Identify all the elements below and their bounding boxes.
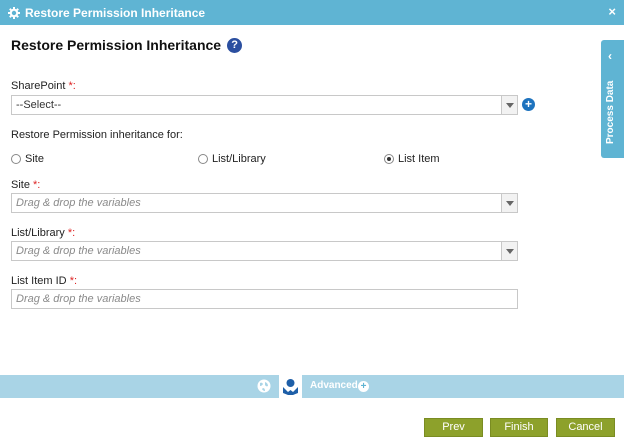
list-item-id-label-text: List Item ID [11,275,67,287]
cancel-button[interactable]: Cancel [556,418,615,437]
required-mark: *: [33,179,41,191]
list-item-id-label: List Item ID *: [11,275,77,287]
chevron-left-icon[interactable]: ‹ [608,49,612,63]
hands-icon [283,379,298,395]
required-mark: *: [67,227,76,239]
radio-site-label: Site [25,153,44,165]
radio-site[interactable]: Site [11,153,44,165]
radio-list-item[interactable]: List Item [384,153,440,165]
radio-circle[interactable] [11,154,21,164]
window-titlebar: Restore Permission Inheritance × [0,0,624,25]
required-mark: *: [69,275,78,287]
process-data-label: Process Data [605,80,616,144]
list-item-id-field[interactable]: Drag & drop the variables [11,289,518,309]
plus-icon[interactable]: + [358,381,369,392]
gear-icon [8,6,20,19]
site-label: Site *: [11,179,40,191]
bottom-toolbar: Advanced + [0,375,624,398]
list-library-placeholder: Drag & drop the variables [16,245,141,257]
site-label-text: Site [11,179,30,191]
required-mark: *: [68,80,76,92]
page-title-row: Restore Permission Inheritance ? [11,37,243,53]
chevron-down-icon[interactable] [501,96,517,114]
add-sharepoint-button[interactable]: + [522,98,535,111]
advanced-label[interactable]: Advanced [310,380,358,391]
permission-tab[interactable] [279,375,302,398]
sharepoint-label-text: SharePoint [11,80,66,92]
close-icon[interactable]: × [608,5,616,19]
list-library-field[interactable]: Drag & drop the variables [11,241,518,261]
window-title: Restore Permission Inheritance [25,5,206,20]
sharepoint-selected-value: --Select-- [16,99,62,111]
sharepoint-select[interactable]: --Select-- [11,95,518,115]
radio-list-item-label: List Item [398,153,440,165]
radio-circle[interactable] [198,154,208,164]
radio-list-library[interactable]: List/Library [198,153,266,165]
site-field[interactable]: Drag & drop the variables [11,193,518,213]
chevron-down-icon[interactable] [501,242,517,260]
restore-for-label: Restore Permission inheritance for: [11,129,183,141]
finish-button[interactable]: Finish [490,418,548,437]
site-placeholder: Drag & drop the variables [16,197,141,209]
list-library-label: List/Library *: [11,227,75,239]
process-data-tab[interactable]: ‹ Process Data [601,40,624,158]
sharepoint-label: SharePoint *: [11,80,76,92]
page-title: Restore Permission Inheritance [11,37,222,53]
chevron-down-icon[interactable] [501,194,517,212]
radio-list-library-label: List/Library [212,153,266,165]
help-icon[interactable]: ? [227,37,243,53]
prev-button[interactable]: Prev [424,418,483,437]
list-library-label-text: List/Library [11,227,65,239]
globe-icon[interactable] [256,378,272,394]
list-item-id-placeholder: Drag & drop the variables [16,293,141,305]
radio-circle-selected[interactable] [384,154,394,164]
